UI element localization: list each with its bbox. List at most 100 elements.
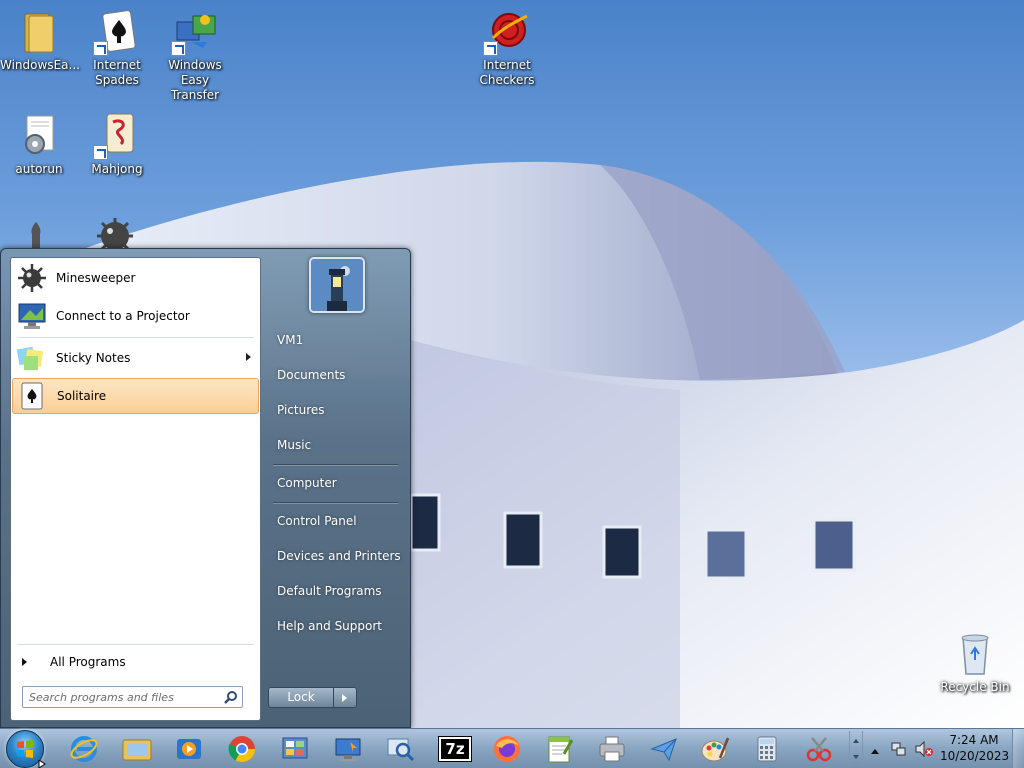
desktop-icon-windows-easy-transfer[interactable]: Windows Easy Transfer [156, 8, 234, 103]
taskbar-firefox[interactable] [489, 732, 525, 766]
network-tray-button[interactable] [890, 740, 908, 761]
taskbar-printer[interactable] [594, 732, 630, 766]
shortcut-arrow-icon [93, 41, 108, 56]
program-label: Solitaire [57, 389, 107, 403]
program-item-solitaire[interactable]: Solitaire [12, 378, 259, 414]
search-icon[interactable] [223, 690, 238, 705]
desktop-icon-windowseasy-folder[interactable]: WindowsEa... [0, 8, 80, 73]
send-icon [650, 738, 677, 762]
snipping-tool-icon [806, 737, 832, 762]
shortcut-arrow-icon [171, 41, 186, 56]
start-right-item-default-programs[interactable]: Default Programs [270, 576, 402, 606]
taskbar-remote-desktop[interactable] [330, 732, 366, 766]
projector-icon [16, 300, 48, 332]
checkers-icon [483, 8, 531, 56]
mouse-cursor-icon [38, 760, 46, 768]
shortcut-arrow-icon [93, 145, 108, 160]
taskbar-file-explorer[interactable] [119, 732, 155, 766]
desktop-icon-label: Mahjong [91, 162, 143, 176]
firefox-icon [494, 736, 520, 762]
media-player-icon [177, 739, 201, 759]
taskbar-paint[interactable] [697, 732, 733, 766]
start-right-item-documents[interactable]: Documents [270, 360, 402, 390]
network-icon [891, 742, 906, 756]
desktop-icon-label: Recycle Bin [940, 680, 1010, 694]
show-desktop-button[interactable] [1012, 729, 1024, 768]
paint-icon [701, 737, 730, 762]
program-label: Minesweeper [56, 271, 136, 285]
taskbar-7zip[interactable]: 7z [437, 732, 473, 766]
start-right-item-pictures[interactable]: Pictures [270, 395, 402, 425]
start-search-box[interactable] [22, 686, 243, 708]
notepad-plus-icon [548, 736, 574, 763]
taskbar-send[interactable] [646, 732, 682, 766]
power-options-arrow-button[interactable] [334, 687, 357, 708]
calculator-icon [757, 736, 777, 762]
desktop-icon-autorun[interactable]: autorun [0, 112, 78, 177]
taskbar-search-magnifier[interactable] [382, 732, 418, 766]
right-pane-separator [273, 464, 398, 465]
start-right-item-computer[interactable]: Computer [270, 468, 402, 498]
desktop-icon-label: autorun [15, 162, 63, 176]
lock-button[interactable]: Lock [268, 687, 334, 708]
shortcut-arrow-icon [483, 41, 498, 56]
7zip-label: 7z [445, 740, 465, 758]
program-label: Connect to a Projector [56, 309, 190, 323]
desktop-icon-mahjong[interactable]: Mahjong [78, 112, 156, 177]
desktop-icon-label: WindowsEa... [0, 58, 80, 72]
desktop-icon-partial-minesweeper[interactable] [94, 216, 136, 254]
program-item-minesweeper[interactable]: Minesweeper [12, 260, 259, 296]
desktop-icon-internet-spades[interactable]: Internet Spades [78, 8, 156, 88]
minesweeper-icon [16, 262, 48, 294]
all-programs-button[interactable]: All Programs [12, 649, 259, 675]
taskbar-calculator[interactable] [749, 732, 785, 766]
remote-desktop-icon [335, 738, 361, 761]
system-clock[interactable]: 7:24 AM 10/20/2023 [940, 732, 1009, 764]
start-menu: Minesweeper Connect to a Projector Stick… [0, 248, 411, 728]
all-programs-label: All Programs [50, 655, 126, 669]
volume-tray-button[interactable] [914, 740, 934, 761]
taskbar-internet-explorer[interactable] [66, 732, 102, 766]
program-item-connect-projector[interactable]: Connect to a Projector [12, 298, 259, 334]
spades-icon [93, 8, 141, 56]
desktop-icon-internet-checkers[interactable]: Internet Checkers [468, 8, 546, 88]
sticky-notes-icon [16, 342, 48, 374]
folder-icon [15, 8, 63, 56]
desktop-icon-recycle-bin[interactable]: Recycle Bin [936, 630, 1014, 695]
search-input[interactable] [29, 687, 219, 707]
taskbar-scroll-buttons[interactable] [849, 731, 863, 767]
start-right-item-music[interactable]: Music [270, 430, 402, 460]
submenu-arrow-icon[interactable] [246, 353, 251, 361]
programs-separator [17, 644, 254, 645]
internet-explorer-icon [70, 736, 98, 762]
desktop-icon-label: Windows Easy Transfer [168, 58, 222, 102]
solitaire-icon [17, 380, 49, 412]
printer-icon [599, 736, 625, 762]
start-right-item-control-panel[interactable]: Control Panel [270, 506, 402, 536]
7zip-icon: 7z [438, 736, 472, 762]
right-pane-separator [273, 502, 398, 503]
mahjong-icon [93, 112, 141, 160]
program-label: Sticky Notes [56, 351, 131, 365]
desktop-icon-label: Internet Spades [93, 58, 141, 87]
taskbar-snipping-tool[interactable] [801, 732, 837, 766]
file-explorer-icon [122, 739, 152, 761]
start-right-item-vm1[interactable]: VM1 [270, 325, 402, 355]
taskbar-chrome[interactable] [224, 732, 260, 766]
program-item-sticky-notes[interactable]: Sticky Notes [12, 340, 259, 376]
start-right-item-devices-printers[interactable]: Devices and Printers [270, 541, 402, 571]
taskbar-notepad-plus[interactable] [541, 732, 577, 766]
start-right-item-help-support[interactable]: Help and Support [270, 611, 402, 641]
start-menu-programs-pane: Minesweeper Connect to a Projector Stick… [10, 257, 261, 721]
taskbar-control-panel[interactable] [277, 732, 313, 766]
settings-file-icon [15, 112, 63, 160]
taskbar: 7z 7:24 AM 10/20/2023 [0, 728, 1024, 768]
mine-icon [97, 218, 133, 254]
user-picture-avatar[interactable] [309, 257, 365, 313]
volume-muted-icon [915, 740, 933, 758]
recycle-bin-icon [951, 630, 999, 678]
taskbar-media-player[interactable] [171, 732, 207, 766]
chrome-icon [228, 736, 256, 763]
desktop-icon-partial-chess[interactable] [22, 218, 50, 248]
show-hidden-icons-button[interactable] [870, 744, 880, 758]
